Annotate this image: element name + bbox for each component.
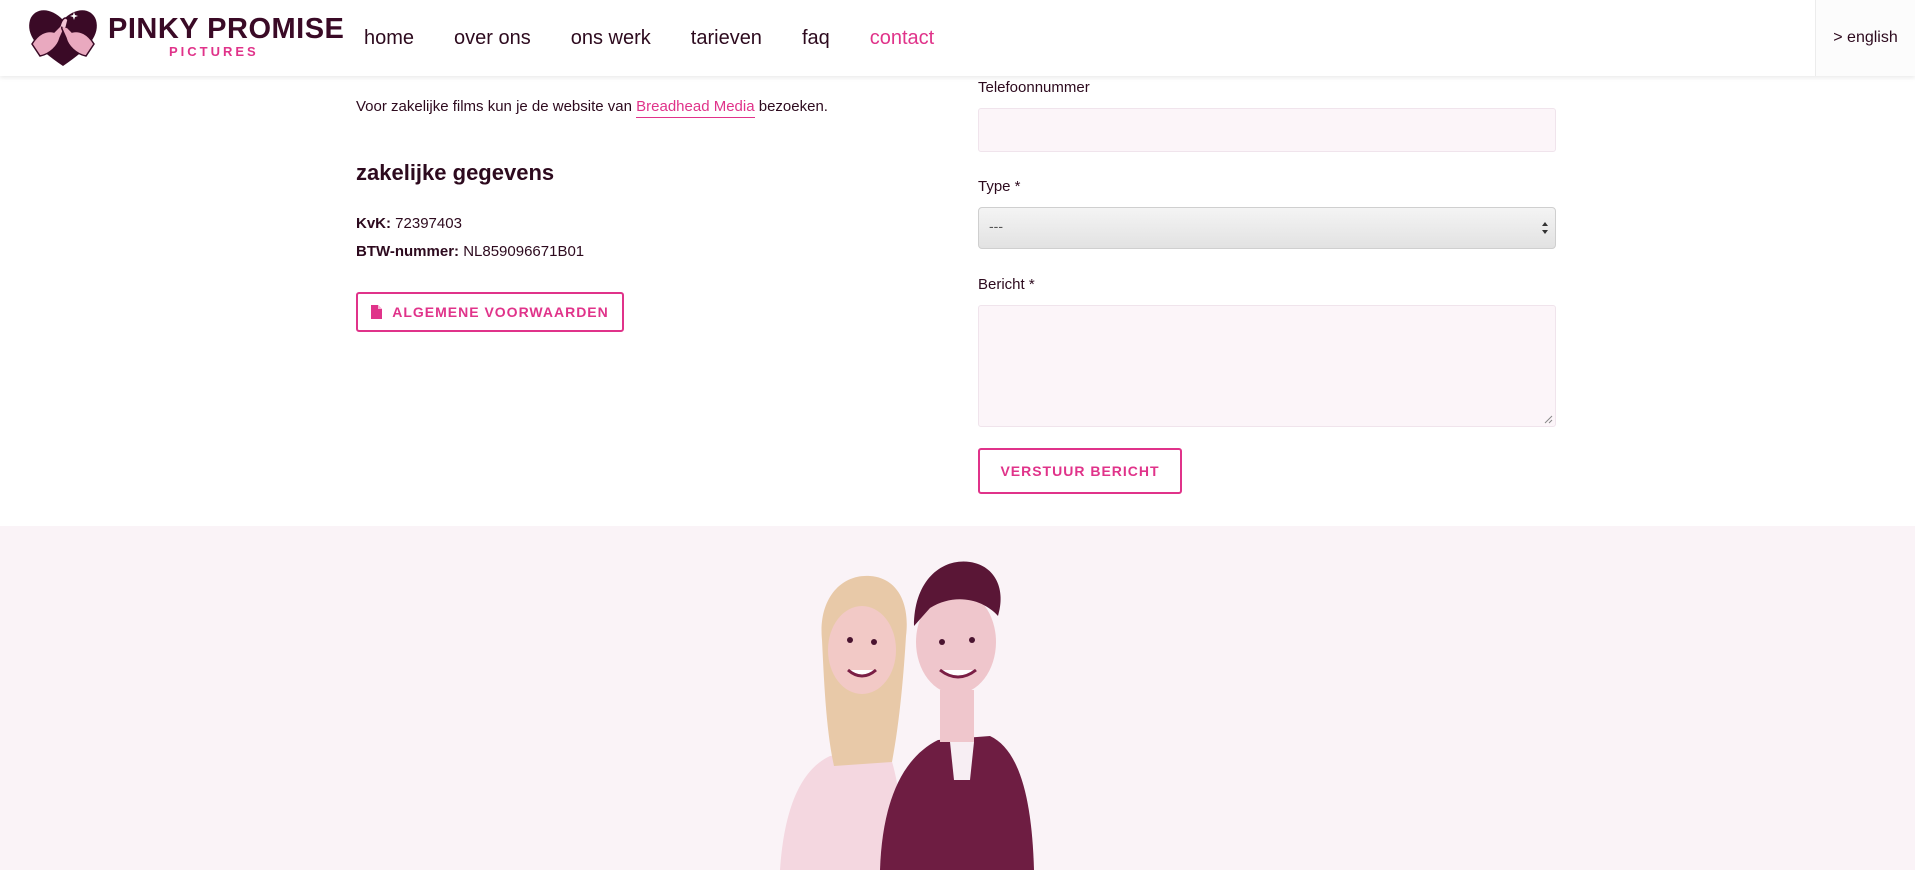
type-label: Type * bbox=[978, 178, 1021, 195]
btw-value: NL859096671B01 bbox=[459, 243, 585, 260]
terms-and-conditions-button[interactable]: ALGEMENE VOORWAARDEN bbox=[356, 292, 624, 332]
type-selected-value: --- bbox=[989, 218, 1003, 234]
kvk-number: KvK: 72397403 bbox=[356, 214, 462, 234]
brand-logo[interactable]: PINKY PROMISE PICTURES bbox=[24, 4, 344, 70]
btw-label: BTW-nummer: bbox=[356, 243, 460, 260]
nav-item-contact[interactable]: contact bbox=[870, 24, 934, 52]
message-label: Bericht * bbox=[978, 276, 1035, 293]
intro-text-before: Voor zakelijke films kun je de website v… bbox=[356, 98, 637, 115]
nav-item-over-ons[interactable]: over ons bbox=[454, 24, 531, 52]
terms-button-label: ALGEMENE VOORWAARDEN bbox=[392, 304, 609, 320]
team-photo bbox=[780, 561, 1034, 870]
site-header: PINKY PROMISE PICTURES home over ons ons… bbox=[0, 0, 1915, 76]
message-textarea[interactable] bbox=[978, 305, 1556, 427]
language-switch-link[interactable]: > english bbox=[1815, 0, 1915, 76]
kvk-label: KvK: bbox=[356, 215, 392, 232]
pinky-promise-logo-icon bbox=[29, 10, 97, 66]
brand-name: PINKY PROMISE bbox=[108, 13, 345, 45]
kvk-value: 72397403 bbox=[391, 215, 462, 232]
btw-number: BTW-nummer: NL859096671B01 bbox=[356, 242, 584, 262]
select-arrows-icon bbox=[1542, 222, 1548, 234]
business-films-intro: Voor zakelijke films kun je de website v… bbox=[356, 96, 828, 118]
type-select[interactable]: --- bbox=[978, 207, 1556, 249]
nav-item-ons-werk[interactable]: ons werk bbox=[571, 24, 651, 52]
phone-label: Telefoonnummer bbox=[978, 79, 1090, 96]
nav-item-faq[interactable]: faq bbox=[802, 24, 830, 52]
send-message-button[interactable]: VERSTUUR BERICHT bbox=[978, 448, 1182, 494]
phone-input[interactable] bbox=[978, 108, 1556, 152]
main-nav: home over ons ons werk tarieven faq cont… bbox=[364, 24, 974, 52]
resize-grip-icon[interactable] bbox=[1544, 415, 1553, 424]
breadhead-media-link[interactable]: Breadhead Media bbox=[636, 98, 755, 118]
document-icon bbox=[371, 305, 383, 319]
business-details-heading: zakelijke gegevens bbox=[356, 160, 555, 185]
intro-text-after: bezoeken. bbox=[754, 98, 828, 115]
nav-item-tarieven[interactable]: tarieven bbox=[691, 24, 762, 52]
brand-tagline: PICTURES bbox=[169, 44, 259, 59]
nav-item-home[interactable]: home bbox=[364, 24, 414, 52]
